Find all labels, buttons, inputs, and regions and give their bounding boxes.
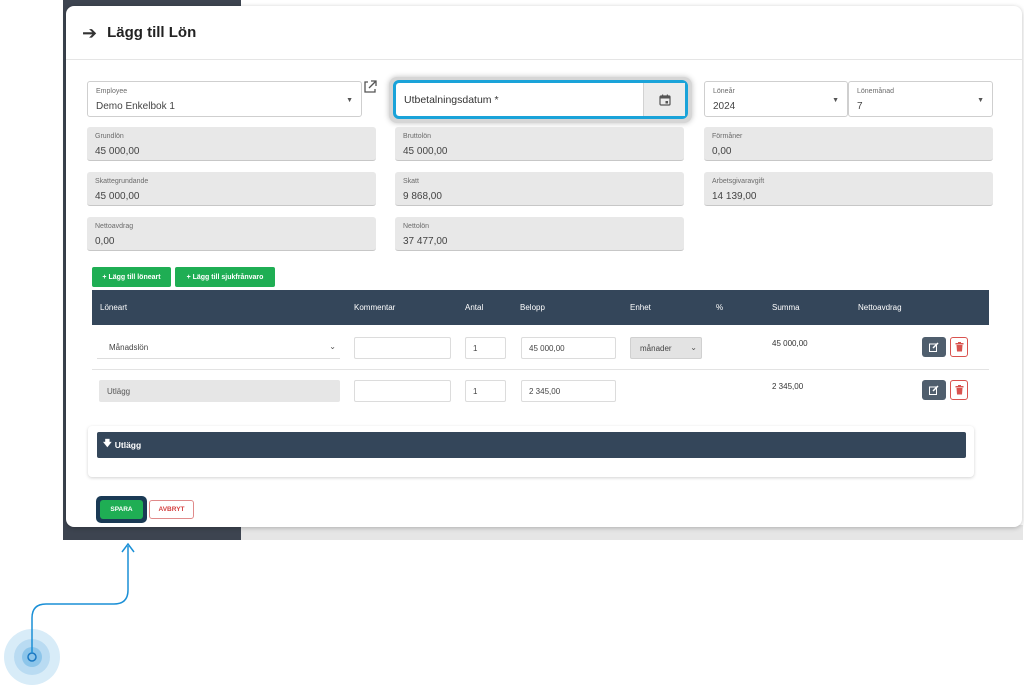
row2-amount-input[interactable]: 2 345,00 [521,380,616,402]
formaner-field: Förmåner 0,00 [704,127,993,161]
year-select[interactable]: Löneår 2024 ▼ [704,81,848,117]
month-select[interactable]: Lönemånad 7 ▼ [848,81,993,117]
cancel-button[interactable]: AVBRYT [149,500,194,519]
edit-icon [929,385,939,395]
nettolon-value: 37 477,00 [403,236,448,247]
nettoavdrag-value: 0,00 [95,236,115,247]
employee-select[interactable]: Employee Demo Enkelbok 1 ▼ [87,81,362,117]
formaner-value: 0,00 [712,146,732,157]
save-button[interactable]: SPARA [100,500,143,519]
employee-label: Employee [96,88,128,95]
employee-value: Demo Enkelbok 1 [96,101,175,112]
col-loneart: Löneart [100,303,128,312]
row-divider [92,369,989,370]
edit-icon [929,342,939,352]
chevron-down-icon: ▼ [832,97,839,104]
bruttolon-label: Bruttolön [403,133,432,140]
arbetsgivaravgift-value: 14 139,00 [712,191,757,202]
back-arrow-icon[interactable]: ➔ [82,24,97,42]
calendar-icon [658,94,671,106]
row1-unit-select[interactable]: månader ⌄ [630,337,702,359]
add-sick-leave-button[interactable]: + Lägg till sjukfrånvaro [175,267,275,287]
col-belopp: Belopp [520,303,545,312]
arbetsgivaravgift-field: Arbetsgivaravgift 14 139,00 [704,172,993,206]
card-header: ➔ Lägg till Lön [66,6,1022,60]
expenses-title: Utlägg [114,440,142,450]
arrow-down-icon: 🡇 [103,438,112,448]
row2-sum: 2 345,00 [772,382,804,391]
col-enhet: Enhet [630,303,651,312]
trash-icon [955,385,963,395]
row1-wage-type-select[interactable]: Månadslön ⌄ [97,337,340,359]
row1-wage-type-value: Månadslön [109,343,149,352]
payment-date-field[interactable]: Utbetalningsdatum * [393,80,688,119]
skatt-field: Skatt 9 868,00 [395,172,684,206]
nettolon-field: Nettolön 37 477,00 [395,217,684,251]
row2-edit-button[interactable] [922,380,946,400]
tutorial-pointer [4,542,135,685]
trash-icon [955,342,963,352]
col-percent: % [716,303,724,312]
col-summa: Summa [772,303,800,312]
formaner-label: Förmåner [712,133,743,140]
row1-unit-value: månader [640,343,672,353]
bruttolon-value: 45 000,00 [403,146,448,157]
screen: ➔ Lägg till Lön Employee Demo Enkelbok 1… [0,0,1024,690]
row1-sum: 45 000,00 [772,339,808,348]
calendar-button[interactable] [643,83,685,116]
row2-delete-button[interactable] [950,380,968,400]
col-nettoavdrag: Nettoavdrag [858,303,902,312]
skattegrundande-field: Skattegrundande 45 000,00 [87,172,376,206]
row2-wage-type-field: Utlägg [99,380,340,402]
chevron-down-icon: ⌄ [329,342,336,351]
chevron-down-icon: ▼ [346,97,353,104]
bruttolon-field: Bruttolön 45 000,00 [395,127,684,161]
month-label: Lönemånad [857,88,894,95]
skatt-label: Skatt [403,178,419,185]
nettoavdrag-label: Nettoavdrag [95,223,134,230]
year-label: Löneår [713,88,735,95]
skatt-value: 9 868,00 [403,191,442,202]
row1-amount-input[interactable]: 45 000,00 [521,337,616,359]
month-value: 7 [857,101,863,112]
page-title: Lägg till Lön [107,24,197,41]
row2-quantity-input[interactable]: 1 [465,380,506,402]
skattegrundande-value: 45 000,00 [95,191,140,202]
arbetsgivaravgift-label: Arbetsgivaravgift [712,178,765,185]
table-header: Löneart Kommentar Antal Belopp Enhet % S… [92,290,989,325]
expenses-toggle[interactable]: 🡇 Utlägg [97,432,966,458]
col-antal: Antal [465,303,484,312]
row2-comment-input[interactable] [354,380,451,402]
col-kommentar: Kommentar [354,303,396,312]
grundlon-label: Grundlön [95,133,124,140]
skattegrundande-label: Skattegrundande [95,178,149,185]
external-link-icon[interactable] [363,80,377,94]
payment-date-placeholder: Utbetalningsdatum * [404,94,499,106]
add-wage-type-button[interactable]: + Lägg till löneart [92,267,171,287]
row1-delete-button[interactable] [950,337,968,357]
row1-edit-button[interactable] [922,337,946,357]
year-value: 2024 [713,101,736,112]
grundlon-value: 45 000,00 [95,146,140,157]
row1-quantity-input[interactable]: 1 [465,337,506,359]
row1-comment-input[interactable] [354,337,451,359]
chevron-down-icon: ▼ [977,97,984,104]
chevron-down-icon: ⌄ [690,343,697,352]
nettoavdrag-field: Nettoavdrag 0,00 [87,217,376,251]
grundlon-field: Grundlön 45 000,00 [87,127,376,161]
nettolon-label: Nettolön [403,223,430,230]
